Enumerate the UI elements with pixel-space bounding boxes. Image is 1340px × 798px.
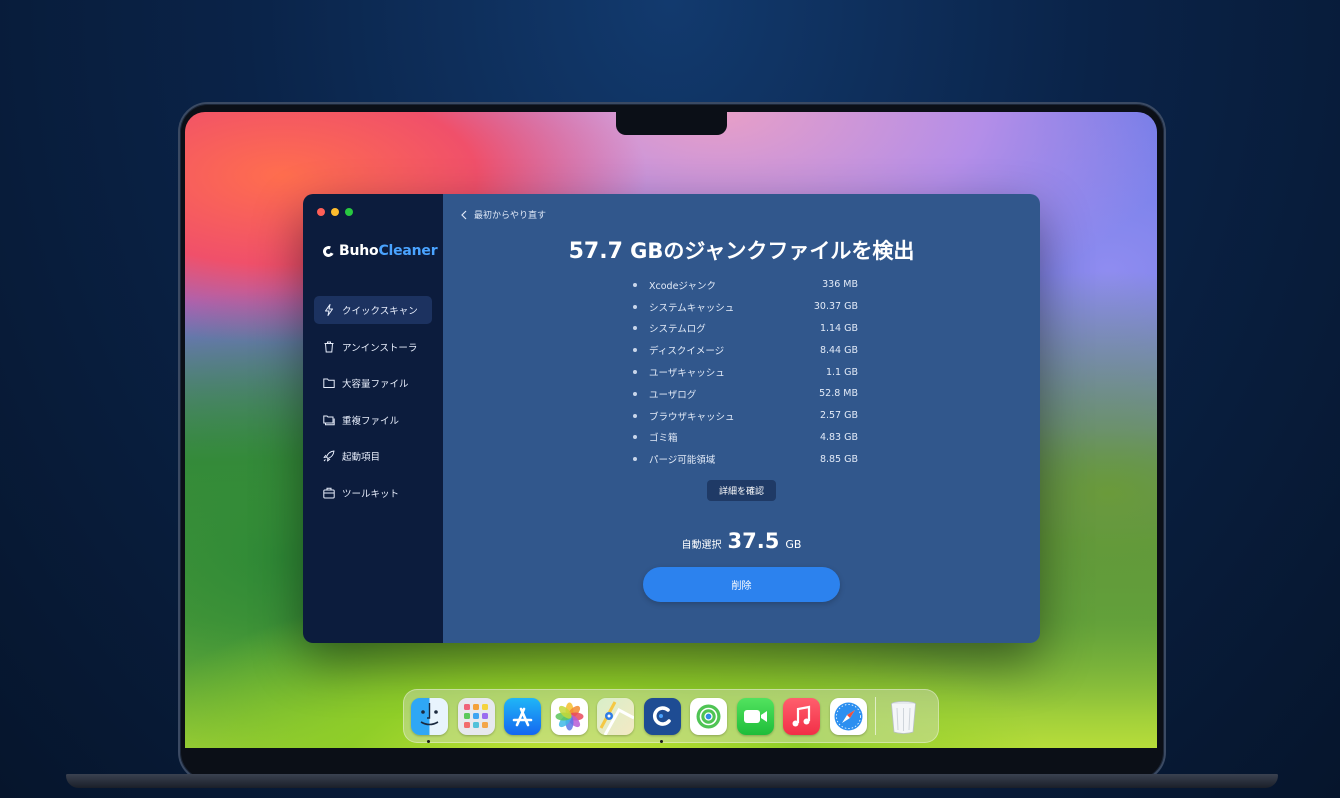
maps-icon[interactable] bbox=[597, 697, 634, 735]
sidebar-nav: クイックスキャン アンインストーラ 大容量ファイル 重複ファイル 起動項目 ツー… bbox=[314, 296, 432, 515]
brand-name: BuhoCleaner bbox=[339, 243, 438, 259]
sidebar-item-label: アンインストーラ bbox=[342, 342, 418, 354]
launchpad-icon[interactable] bbox=[457, 697, 495, 735]
delete-button[interactable]: 削除 bbox=[643, 567, 840, 602]
sidebar-item-large-files[interactable]: 大容量ファイル bbox=[314, 369, 432, 397]
zoom-window-button[interactable] bbox=[345, 208, 353, 216]
junk-total-value: 57.7 bbox=[568, 239, 623, 264]
sidebar-item-label: 起動項目 bbox=[342, 452, 381, 463]
sidebar-item-label: ツールキット bbox=[342, 488, 400, 500]
restart-link[interactable]: 最初からやり直す bbox=[460, 208, 546, 221]
sidebar-item-startup[interactable]: 起動項目 bbox=[314, 442, 432, 470]
trash-icon bbox=[323, 341, 335, 353]
list-item: ユーザキャッシュ 1.1 GB bbox=[633, 361, 858, 383]
dock bbox=[403, 689, 939, 743]
app-store-icon[interactable] bbox=[504, 697, 541, 735]
buhocleaner-logo-icon bbox=[321, 243, 336, 259]
rocket-icon bbox=[323, 450, 335, 462]
buhocleaner-window: BuhoCleaner クイックスキャン アンインストーラ 大容量ファイル 重複… bbox=[303, 194, 1040, 643]
finder-icon[interactable] bbox=[411, 697, 448, 743]
find-my-icon[interactable] bbox=[690, 697, 727, 735]
auto-select-value: 37.5 bbox=[727, 529, 780, 553]
auto-select-summary: 自動選択 37.5 GB bbox=[443, 529, 1040, 553]
sidebar-item-label: 重複ファイル bbox=[342, 415, 400, 427]
junk-category-list: Xcodeジャンク 336 MB システムキャッシュ 30.37 GB システムログ… bbox=[633, 274, 858, 470]
view-details-button[interactable]: 詳細を確認 bbox=[707, 480, 776, 501]
music-icon[interactable] bbox=[783, 697, 820, 735]
running-indicator bbox=[659, 739, 663, 743]
list-item: Xcodeジャンク 336 MB bbox=[633, 274, 858, 296]
sidebar-item-duplicates[interactable]: 重複ファイル bbox=[314, 406, 432, 434]
trash-icon[interactable] bbox=[885, 698, 922, 735]
sidebar-item-label: クイックスキャン bbox=[342, 306, 418, 317]
sidebar: BuhoCleaner クイックスキャン アンインストーラ 大容量ファイル 重複… bbox=[303, 194, 443, 643]
list-item: パージ可能領域 8.85 GB bbox=[633, 448, 858, 470]
auto-select-unit: GB bbox=[785, 538, 802, 551]
facetime-icon[interactable] bbox=[736, 697, 774, 735]
auto-select-label: 自動選択 bbox=[681, 540, 722, 551]
minimize-window-button[interactable] bbox=[331, 208, 339, 216]
list-item: ブラウザキャッシュ 2.57 GB bbox=[633, 405, 858, 427]
dock-separator bbox=[875, 697, 876, 735]
buhocleaner-icon[interactable] bbox=[643, 697, 681, 743]
folder-icon bbox=[323, 377, 335, 389]
running-indicator bbox=[427, 739, 430, 743]
list-item: ディスクイメージ 8.44 GB bbox=[633, 339, 858, 361]
sidebar-item-uninstaller[interactable]: アンインストーラ bbox=[314, 333, 432, 361]
laptop-base bbox=[66, 774, 1278, 788]
toolkit-icon bbox=[323, 487, 335, 499]
sidebar-item-label: 大容量ファイル bbox=[342, 379, 409, 390]
sidebar-item-toolkit[interactable]: ツールキット bbox=[314, 479, 432, 507]
safari-icon[interactable] bbox=[829, 697, 867, 735]
photos-icon[interactable] bbox=[550, 697, 588, 735]
list-item: ユーザログ 52.8 MB bbox=[633, 383, 858, 405]
list-item: システムログ 1.14 GB bbox=[633, 318, 858, 340]
restart-label: 最初からやり直す bbox=[474, 211, 547, 221]
duplicate-folder-icon bbox=[323, 414, 335, 426]
close-window-button[interactable] bbox=[317, 208, 325, 216]
scan-results-panel: 最初からやり直す 57.7 GBのジャンクファイルを検出 Xcodeジャンク 33… bbox=[443, 194, 1040, 643]
chevron-left-icon bbox=[461, 210, 467, 219]
sidebar-item-quick-scan[interactable]: クイックスキャン bbox=[314, 296, 432, 324]
brand: BuhoCleaner bbox=[321, 243, 438, 259]
junk-total-heading: 57.7 GBのジャンクファイルを検出 bbox=[443, 235, 1040, 265]
lightning-icon bbox=[323, 304, 335, 316]
camera-notch bbox=[616, 110, 727, 135]
window-controls bbox=[317, 208, 353, 216]
junk-total-text: GBのジャンクファイルを検出 bbox=[622, 239, 915, 263]
list-item: ゴミ箱 4.83 GB bbox=[633, 427, 858, 449]
list-item: システムキャッシュ 30.37 GB bbox=[633, 296, 858, 318]
